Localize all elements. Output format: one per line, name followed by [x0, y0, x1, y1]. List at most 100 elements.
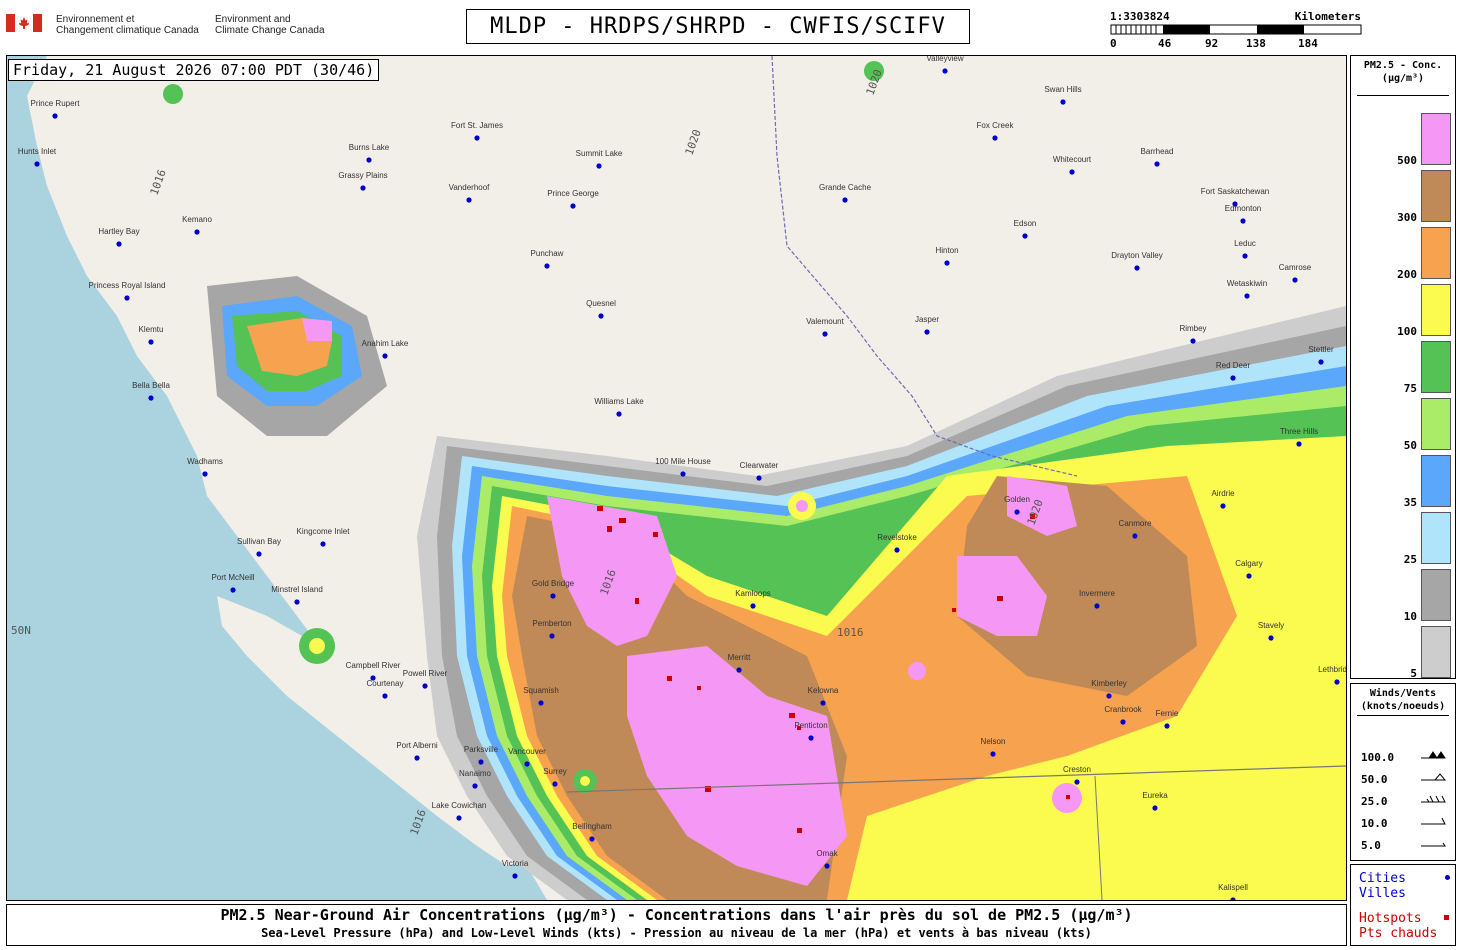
scale-tick: 138: [1246, 37, 1266, 50]
city-label: Campbell River: [346, 661, 401, 670]
city-label: Port McNeill: [211, 573, 254, 582]
city-label: Red Deer: [1216, 361, 1251, 370]
city-label: Victoria: [502, 859, 529, 868]
city-dot: [1268, 635, 1274, 641]
city-label: Merritt: [728, 653, 751, 662]
legend-level-label: 300: [1397, 211, 1417, 224]
city-label: Rimbey: [1179, 324, 1206, 333]
map-panel[interactable]: 50N 1016 1020 1020 1020 1016 1016 1016 P…: [6, 55, 1347, 901]
city-label: Vanderhoof: [449, 183, 491, 192]
city-label: Quesnel: [586, 299, 616, 308]
city-label: Grande Cache: [819, 183, 872, 192]
city-label: Golden: [1004, 495, 1030, 504]
city-label: Kalispell: [1218, 883, 1248, 892]
city-label: Punchaw: [531, 249, 564, 258]
city-label: Sullivan Bay: [237, 537, 281, 546]
city-label: Prince George: [547, 189, 599, 198]
city-label: Kamloops: [735, 589, 771, 598]
city-label: Camrose: [1279, 263, 1312, 272]
city-dot: [466, 197, 472, 203]
city-dot: [456, 815, 462, 821]
wind-barb-icons: [1421, 751, 1447, 847]
city-dot: [1132, 533, 1138, 539]
city-dot: [1014, 509, 1020, 515]
city-dot: [942, 68, 948, 74]
city-dot: [194, 229, 200, 235]
winds-legend-title: Winds/Vents (knots/noeuds): [1360, 688, 1446, 712]
legend-swatch: [1421, 455, 1451, 507]
legend-swatch: [1421, 569, 1451, 621]
city-label: Nanaimo: [459, 769, 492, 778]
city-dot: [52, 113, 58, 119]
city-dot: [1152, 805, 1158, 811]
city-dot: [750, 603, 756, 609]
city-label: Jasper: [915, 315, 939, 324]
city-dot: [202, 471, 208, 477]
city-dot: [294, 599, 300, 605]
scale-tick: 184: [1298, 37, 1318, 50]
city-dot: [360, 185, 366, 191]
city-label: Hinton: [935, 246, 958, 255]
forecast-timestamp: Friday, 21 August 2026 07:00 PDT (30/46): [8, 59, 380, 81]
legend-level-label: 200: [1397, 268, 1417, 281]
city-label: Fox Creek: [977, 121, 1015, 130]
city-label: Grassy Plains: [338, 171, 387, 180]
city-label: Fort St. James: [451, 121, 503, 130]
city-label: Princess Royal Island: [89, 281, 166, 290]
city-dot: [1190, 338, 1196, 344]
wind-speed-label: 100.0: [1361, 751, 1395, 764]
city-dot: [512, 873, 518, 879]
city-label: Leduc: [1234, 239, 1256, 248]
city-dot: [1220, 503, 1226, 509]
legend-level-label: 10: [1403, 610, 1417, 623]
markers-legend: Cities Villes Hotspots Pts chauds: [1350, 864, 1456, 946]
city-dot: [944, 260, 950, 266]
city-label: Nelson: [981, 737, 1006, 746]
city-label: Calgary: [1235, 559, 1263, 568]
city-label: Cranbrook: [1104, 705, 1142, 714]
city-label: Drayton Valley: [1111, 251, 1162, 260]
city-dot: [756, 475, 762, 481]
city-label: Pemberton: [532, 619, 571, 628]
city-dot: [992, 135, 998, 141]
city-label: Kingcome Inlet: [297, 527, 351, 536]
city-label: Swan Hills: [1044, 85, 1081, 94]
city-label: Minstrel Island: [271, 585, 323, 594]
city-dot: [894, 547, 900, 553]
scale-bar-graphic: [1110, 24, 1362, 35]
city-dot: [1164, 723, 1170, 729]
map-canvas[interactable]: 50N 1016 1020 1020 1020 1016 1016 1016 P…: [7, 56, 1346, 900]
city-dot: [524, 761, 530, 767]
city-label: Edson: [1014, 219, 1037, 228]
city-label: Hunts Inlet: [18, 147, 57, 156]
city-dot: [1296, 441, 1302, 447]
city-label: Surrey: [543, 767, 567, 776]
city-dot: [990, 751, 996, 757]
city-label: Bella Bella: [132, 381, 170, 390]
city-dot: [1134, 265, 1140, 271]
city-dot: [382, 353, 388, 359]
caption-line-1: PM2.5 Near-Ground Air Concentrations (µg…: [220, 906, 1133, 924]
city-label: Whitecourt: [1053, 155, 1092, 164]
city-dot: [382, 693, 388, 699]
city-dot: [148, 395, 154, 401]
city-label: Squamish: [523, 686, 559, 695]
scale-tick: 0: [1110, 37, 1117, 50]
city-label: Three Hills: [1280, 427, 1318, 436]
city-label: Invermere: [1079, 589, 1116, 598]
city-label: Summit Lake: [576, 149, 623, 158]
city-label: Stettler: [1308, 345, 1334, 354]
city-label: Powell River: [403, 669, 448, 678]
canada-flag-icon: [6, 14, 42, 32]
wind-speed-label: 50.0: [1361, 773, 1388, 786]
city-dot: [1120, 719, 1126, 725]
city-dot: [1069, 169, 1075, 175]
city-label: Klemtu: [139, 325, 164, 334]
city-label: Kimberley: [1091, 679, 1127, 688]
scale-tick: 92: [1205, 37, 1219, 50]
city-dot: [478, 759, 484, 765]
scale-ratio: 1:3303824: [1110, 10, 1170, 23]
legend-swatch: [1421, 398, 1451, 450]
city-label: Penticton: [794, 721, 827, 730]
city-dot: [552, 781, 558, 787]
